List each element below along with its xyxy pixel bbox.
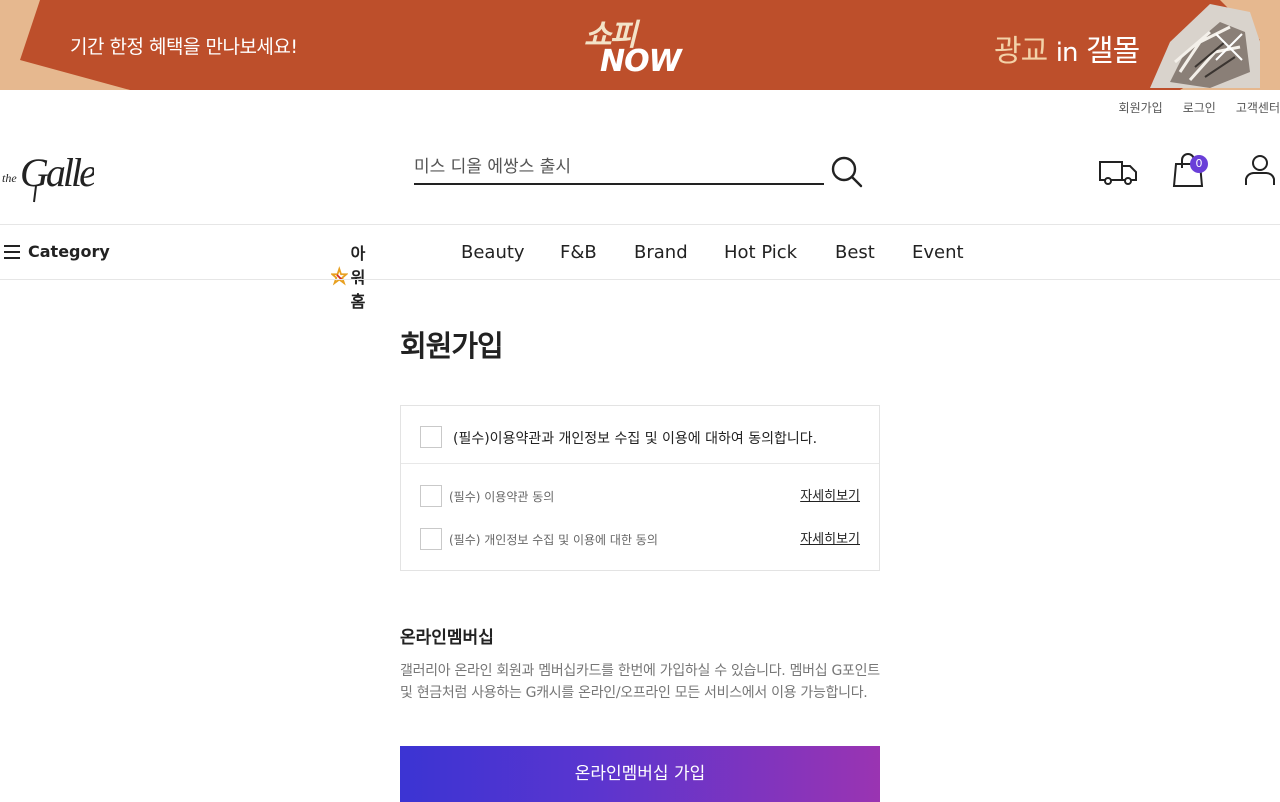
util-link-signup[interactable]: 회원가입 bbox=[1119, 99, 1163, 116]
privacy-consent-detail-link[interactable]: 자세히보기 bbox=[800, 528, 860, 547]
page-title: 회원가입 bbox=[400, 329, 504, 363]
terms-agreement-box: (필수)이용약관과 개인정보 수집 및 이용에 대하여 동의합니다. (필수) … bbox=[400, 405, 880, 571]
nav-item-best[interactable]: Best bbox=[835, 242, 875, 263]
privacy-consent-checkbox[interactable] bbox=[420, 528, 442, 550]
terms-of-use-checkbox[interactable] bbox=[420, 485, 442, 507]
nav-item-beauty[interactable]: Beauty bbox=[461, 242, 525, 263]
search-bar bbox=[414, 152, 824, 185]
nav-item-hot-pick[interactable]: Hot Pick bbox=[724, 242, 797, 263]
banner-ad-suffix: 갤몰 bbox=[1086, 34, 1140, 69]
svg-text:Galleria: Galleria bbox=[20, 150, 94, 195]
nav-item-brand[interactable]: Brand bbox=[634, 242, 688, 263]
agree-all-checkbox[interactable] bbox=[420, 426, 442, 448]
my-page-user-icon[interactable] bbox=[1242, 152, 1278, 188]
top-banner[interactable]: 기간 한정 혜택을 만나보세요! 쇼피 NOW 광교 in 갤몰 bbox=[0, 0, 1280, 90]
hamburger-menu-icon bbox=[4, 244, 20, 259]
banner-headline: 기간 한정 혜택을 만나보세요! bbox=[70, 36, 298, 58]
nav-item-event[interactable]: Event bbox=[912, 242, 964, 263]
search-input[interactable] bbox=[414, 152, 824, 182]
nav-item-ourhome[interactable]: 아워홈 bbox=[331, 240, 377, 312]
banner-logo-line2: NOW bbox=[600, 44, 682, 79]
privacy-consent-label[interactable]: (필수) 개인정보 수집 및 이용에 대한 동의 bbox=[449, 531, 658, 548]
banner-ad-prefix: 광교 bbox=[994, 34, 1048, 69]
nav-divider bbox=[0, 279, 1280, 280]
search-icon[interactable] bbox=[830, 155, 864, 189]
category-label: Category bbox=[28, 242, 110, 261]
ourhome-logo-icon bbox=[331, 266, 348, 286]
utility-links: 회원가입 로그인 고객센터 bbox=[1099, 99, 1280, 116]
agree-all-label[interactable]: (필수)이용약관과 개인정보 수집 및 이용에 대하여 동의합니다. bbox=[453, 428, 817, 448]
shoppy-now-logo: 쇼피 NOW bbox=[580, 10, 700, 82]
cart-count-badge: 0 bbox=[1190, 155, 1208, 173]
terms-of-use-detail-link[interactable]: 자세히보기 bbox=[800, 485, 860, 504]
banner-ad-text: 광교 in 갤몰 bbox=[994, 26, 1140, 70]
terms-divider bbox=[401, 463, 879, 464]
util-link-customer-center[interactable]: 고객센터 bbox=[1236, 99, 1280, 116]
nav-ourhome-label: 아워홈 bbox=[350, 244, 366, 311]
header-divider bbox=[0, 224, 1280, 225]
banner-close-icon[interactable] bbox=[1208, 26, 1248, 66]
svg-text:the: the bbox=[2, 171, 17, 185]
terms-of-use-label[interactable]: (필수) 이용약관 동의 bbox=[449, 488, 554, 505]
online-membership-join-button[interactable]: 온라인멤버십 가입 bbox=[400, 746, 880, 802]
nav-item-fnb[interactable]: F&B bbox=[560, 242, 597, 263]
category-menu-button[interactable]: Category bbox=[4, 242, 110, 261]
membership-description: 갤러리아 온라인 회원과 멤버십카드를 한번에 가입하실 수 있습니다. 멤버십… bbox=[400, 663, 880, 701]
banner-ad-in: in bbox=[1055, 38, 1079, 68]
delivery-truck-icon[interactable] bbox=[1098, 152, 1138, 188]
util-link-login[interactable]: 로그인 bbox=[1183, 99, 1216, 116]
galleria-logo[interactable]: the Galleria bbox=[2, 136, 94, 206]
membership-title: 온라인멤버십 bbox=[400, 628, 494, 648]
